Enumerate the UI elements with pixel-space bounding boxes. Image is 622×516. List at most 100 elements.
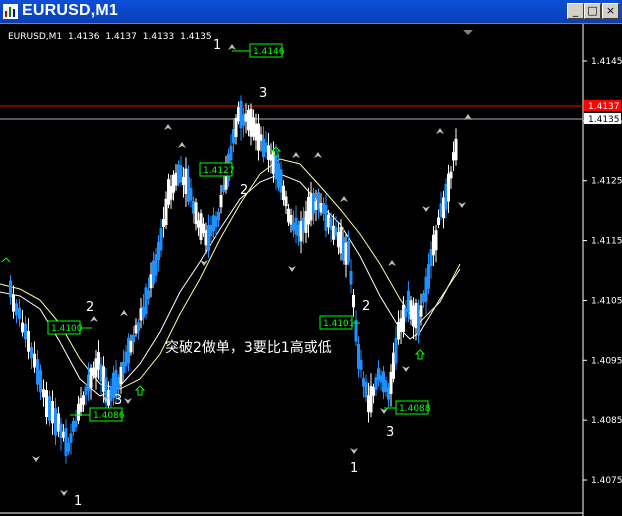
level-label: 1.4127 bbox=[203, 166, 235, 176]
ohlc-close: 1.4135 bbox=[180, 32, 212, 42]
wave-label: 3 bbox=[386, 425, 394, 440]
wave-label: 2 bbox=[240, 183, 248, 198]
candle-body bbox=[69, 433, 73, 443]
candle-body bbox=[48, 396, 51, 421]
chart-annotation: 突破2做单，3要比1高或低 bbox=[165, 339, 332, 356]
wave-label: 1 bbox=[74, 494, 82, 509]
candle-body bbox=[137, 322, 140, 332]
fractal-down-icon bbox=[124, 398, 132, 404]
fractal-up-icon bbox=[164, 124, 172, 130]
candle-body bbox=[189, 187, 193, 201]
candle-body bbox=[36, 359, 39, 385]
price-scale-label: 1.4145 bbox=[591, 57, 622, 67]
candle-body bbox=[12, 294, 15, 312]
candle-body bbox=[132, 334, 135, 343]
fractal-down-icon bbox=[32, 456, 40, 462]
fractal-down-icon bbox=[380, 408, 388, 414]
fractal-up-icon bbox=[178, 142, 186, 148]
breakout-arrow-icon bbox=[1, 257, 11, 263]
ohlc-open: 1.4136 bbox=[68, 32, 100, 42]
price-scale-label: 1.4125 bbox=[591, 177, 622, 187]
fractal-up-icon bbox=[292, 152, 300, 158]
candle-body bbox=[30, 347, 33, 359]
fractal-down-icon bbox=[458, 202, 466, 208]
price-scale-label: 1.4075 bbox=[591, 476, 622, 486]
level-label: 1.4088 bbox=[399, 404, 431, 414]
candle-body bbox=[352, 294, 355, 308]
wave-label: 1 bbox=[350, 461, 358, 476]
candle-body bbox=[364, 381, 368, 398]
candle-body bbox=[24, 323, 27, 340]
symbol-info: EURUSD,M1 1.4136 1.4137 1.4133 1.4135 bbox=[8, 32, 215, 42]
candle-body bbox=[39, 369, 42, 393]
fractal-up-icon bbox=[436, 128, 444, 134]
candle-body bbox=[45, 389, 48, 418]
candle-body bbox=[217, 211, 220, 221]
candle-body bbox=[284, 196, 288, 207]
breakout-arrow-icon bbox=[134, 385, 146, 396]
candle-body bbox=[349, 270, 353, 285]
ma-fast-line bbox=[0, 173, 461, 397]
window-title: EURUSD,M1 bbox=[22, 2, 119, 19]
candle-body bbox=[74, 420, 78, 428]
fractal-down-icon bbox=[402, 366, 410, 372]
candle-body bbox=[27, 330, 30, 352]
ask-price-label: 1.4137 bbox=[588, 102, 620, 112]
wave-label: 3 bbox=[114, 393, 122, 408]
fractal-up-icon bbox=[120, 310, 128, 316]
candle-body bbox=[347, 241, 350, 262]
candle-body bbox=[9, 280, 12, 298]
fractal-down-icon bbox=[422, 206, 430, 212]
candle-body bbox=[449, 171, 453, 179]
candle-body bbox=[129, 340, 133, 353]
candle-body bbox=[454, 138, 458, 161]
bid-price-label: 1.4135 bbox=[588, 115, 620, 125]
breakout-arrow-icon bbox=[414, 349, 426, 360]
candle-body bbox=[427, 264, 430, 289]
candle-body bbox=[42, 389, 45, 398]
level-label: 1.4086 bbox=[93, 411, 125, 421]
price-scale-label: 1.4105 bbox=[591, 296, 622, 306]
ohlc-low: 1.4133 bbox=[142, 32, 175, 42]
chart-window-icon bbox=[3, 4, 18, 19]
level-label: 1.4100 bbox=[51, 324, 83, 334]
chart-area[interactable]: 1.4145 1.4135 1.4125 1.4115 1.4105 1.4095 1.40… bbox=[0, 23, 622, 516]
level-label: 1.4101 bbox=[323, 319, 355, 329]
chart-shift-icon bbox=[463, 30, 473, 35]
wave-label: 2 bbox=[362, 299, 370, 314]
price-scale-label: 1.4115 bbox=[591, 237, 622, 247]
candle-body bbox=[437, 217, 440, 226]
fractal-up-icon bbox=[388, 260, 396, 266]
candle-body bbox=[229, 145, 233, 161]
maximize-button[interactable]: □ bbox=[584, 3, 601, 19]
wave-label: 2 bbox=[86, 300, 94, 315]
fractal-up-icon bbox=[228, 44, 236, 50]
candle-body bbox=[219, 194, 223, 208]
candle-body bbox=[159, 228, 163, 251]
price-scale-label: 1.4095 bbox=[591, 356, 622, 366]
fractal-up-icon bbox=[314, 152, 322, 158]
fractal-up-icon bbox=[90, 316, 98, 322]
candle-body bbox=[82, 395, 85, 405]
candle-body bbox=[67, 442, 70, 452]
symbol-label: EURUSD,M1 bbox=[8, 32, 63, 42]
title-bar: EURUSD,M1 _ □ × bbox=[0, 0, 622, 23]
candle-body bbox=[419, 305, 423, 317]
candle-body bbox=[51, 400, 54, 424]
minimize-button[interactable]: _ bbox=[567, 3, 584, 19]
candle-body bbox=[54, 408, 57, 436]
ohlc-high: 1.4137 bbox=[105, 32, 137, 42]
candle-body bbox=[434, 230, 438, 251]
close-button[interactable]: × bbox=[602, 3, 619, 19]
fractal-down-icon bbox=[288, 266, 296, 272]
fractal-down-icon bbox=[60, 490, 68, 496]
candle-body bbox=[18, 307, 21, 319]
candle-body bbox=[64, 428, 68, 456]
candle-body bbox=[147, 290, 150, 300]
price-scale-label: 1.4085 bbox=[591, 416, 622, 426]
level-label: 1.4146 bbox=[253, 47, 285, 57]
candle-body bbox=[15, 303, 18, 316]
price-chart[interactable]: 1.4145 1.4135 1.4125 1.4115 1.4105 1.4095 1.40… bbox=[0, 24, 622, 516]
candle-body bbox=[394, 338, 398, 364]
wave-label: 3 bbox=[259, 86, 267, 101]
